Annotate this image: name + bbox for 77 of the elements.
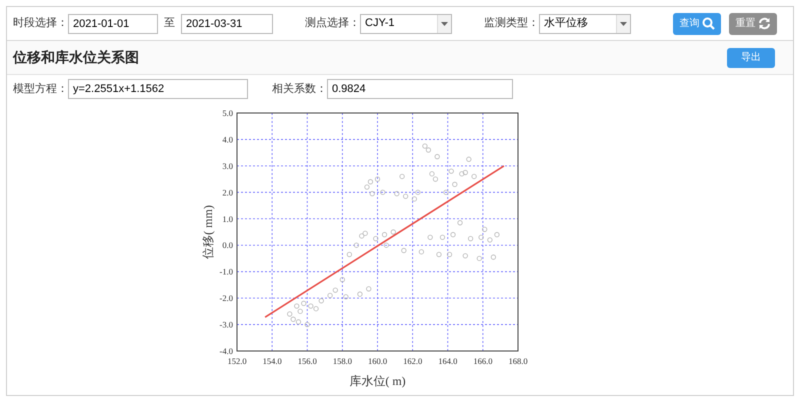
data-point [468, 236, 474, 242]
date-separator: 至 [164, 16, 175, 32]
y-tick-label: 5.0 [222, 108, 233, 118]
data-point [304, 322, 310, 328]
end-date-field[interactable]: 2021-03-31 [181, 14, 273, 34]
search-icon [702, 17, 714, 30]
data-point [401, 248, 406, 254]
data-point [450, 232, 456, 238]
data-point [452, 182, 458, 187]
x-tick-label: 154.0 [262, 356, 282, 366]
data-point [399, 174, 405, 180]
data-point [394, 191, 400, 196]
data-point [318, 298, 324, 304]
data-point [446, 252, 452, 258]
start-date-field[interactable]: 2021-01-01 [68, 14, 158, 34]
data-point [457, 220, 463, 226]
x-tick-label: 164.0 [438, 356, 458, 366]
data-point [384, 242, 389, 248]
data-point [476, 256, 482, 262]
x-tick-label: 166.0 [473, 356, 492, 366]
model-field[interactable]: y=2.2551x+1.1562 [68, 79, 248, 99]
data-point [343, 294, 348, 300]
correlation-label: 相关系数： [272, 82, 327, 97]
dropdown-field[interactable]: CJY-1 [360, 14, 452, 34]
data-point [462, 253, 468, 258]
caret-icon [620, 22, 627, 26]
x-tick-label: 152.0 [227, 356, 247, 366]
date-label: 时段选择： [13, 16, 68, 32]
y-tick-label: 4.0 [222, 134, 233, 144]
data-point [373, 236, 378, 242]
y-tick-label: 3.0 [222, 160, 233, 171]
y-tick-label: 1.0 [222, 214, 233, 224]
x-tick-label: 162.0 [403, 356, 422, 366]
data-point [366, 286, 372, 292]
x-tick-label: 158.0 [332, 356, 352, 366]
data-point [434, 154, 440, 160]
data-point [472, 174, 477, 180]
data-point [390, 229, 396, 235]
data-point [448, 168, 454, 174]
data-point [482, 226, 488, 232]
x-axis-title: 库水位( m) [349, 374, 406, 388]
data-point [403, 194, 408, 199]
data-point [428, 234, 433, 240]
x-tick-label: 160.0 [368, 356, 388, 366]
data-point [301, 300, 306, 306]
caret-icon [441, 22, 448, 26]
panel-title: 位移和库水位关系图 [13, 48, 139, 67]
refresh-icon [758, 17, 770, 30]
data-point [494, 232, 500, 238]
x-tick-label: 168.0 [508, 356, 528, 366]
data-point [382, 232, 388, 238]
type-label: 监测类型： [484, 16, 539, 32]
data-point [380, 190, 386, 195]
x-tick-label: 156.0 [298, 356, 317, 366]
y-tick-label: -3.0 [220, 320, 233, 330]
data-point [443, 190, 449, 195]
data-point [436, 252, 442, 258]
data-point [490, 254, 496, 260]
model-label: 模型方程： [13, 82, 68, 97]
data-point [346, 252, 352, 258]
data-point [418, 249, 424, 254]
y-axis-title: 位移( mm) [201, 205, 215, 259]
data-point [478, 234, 484, 240]
y-tick-label: -1.0 [220, 266, 233, 277]
point-label: 测点选择： [305, 16, 360, 32]
correlation-field[interactable]: 0.9824 [327, 79, 513, 99]
data-point [340, 277, 345, 282]
dropdown-field[interactable]: 水平位移 [539, 14, 631, 34]
data-point [354, 242, 360, 248]
data-point [466, 156, 472, 162]
y-tick-label: -4.0 [220, 346, 233, 356]
data-point [487, 237, 492, 243]
data-point [357, 292, 363, 297]
y-tick-label: 0.0 [222, 240, 233, 250]
y-tick-label: 2.0 [222, 187, 233, 198]
y-tick-label: -2.0 [220, 293, 233, 304]
data-point [440, 234, 446, 240]
